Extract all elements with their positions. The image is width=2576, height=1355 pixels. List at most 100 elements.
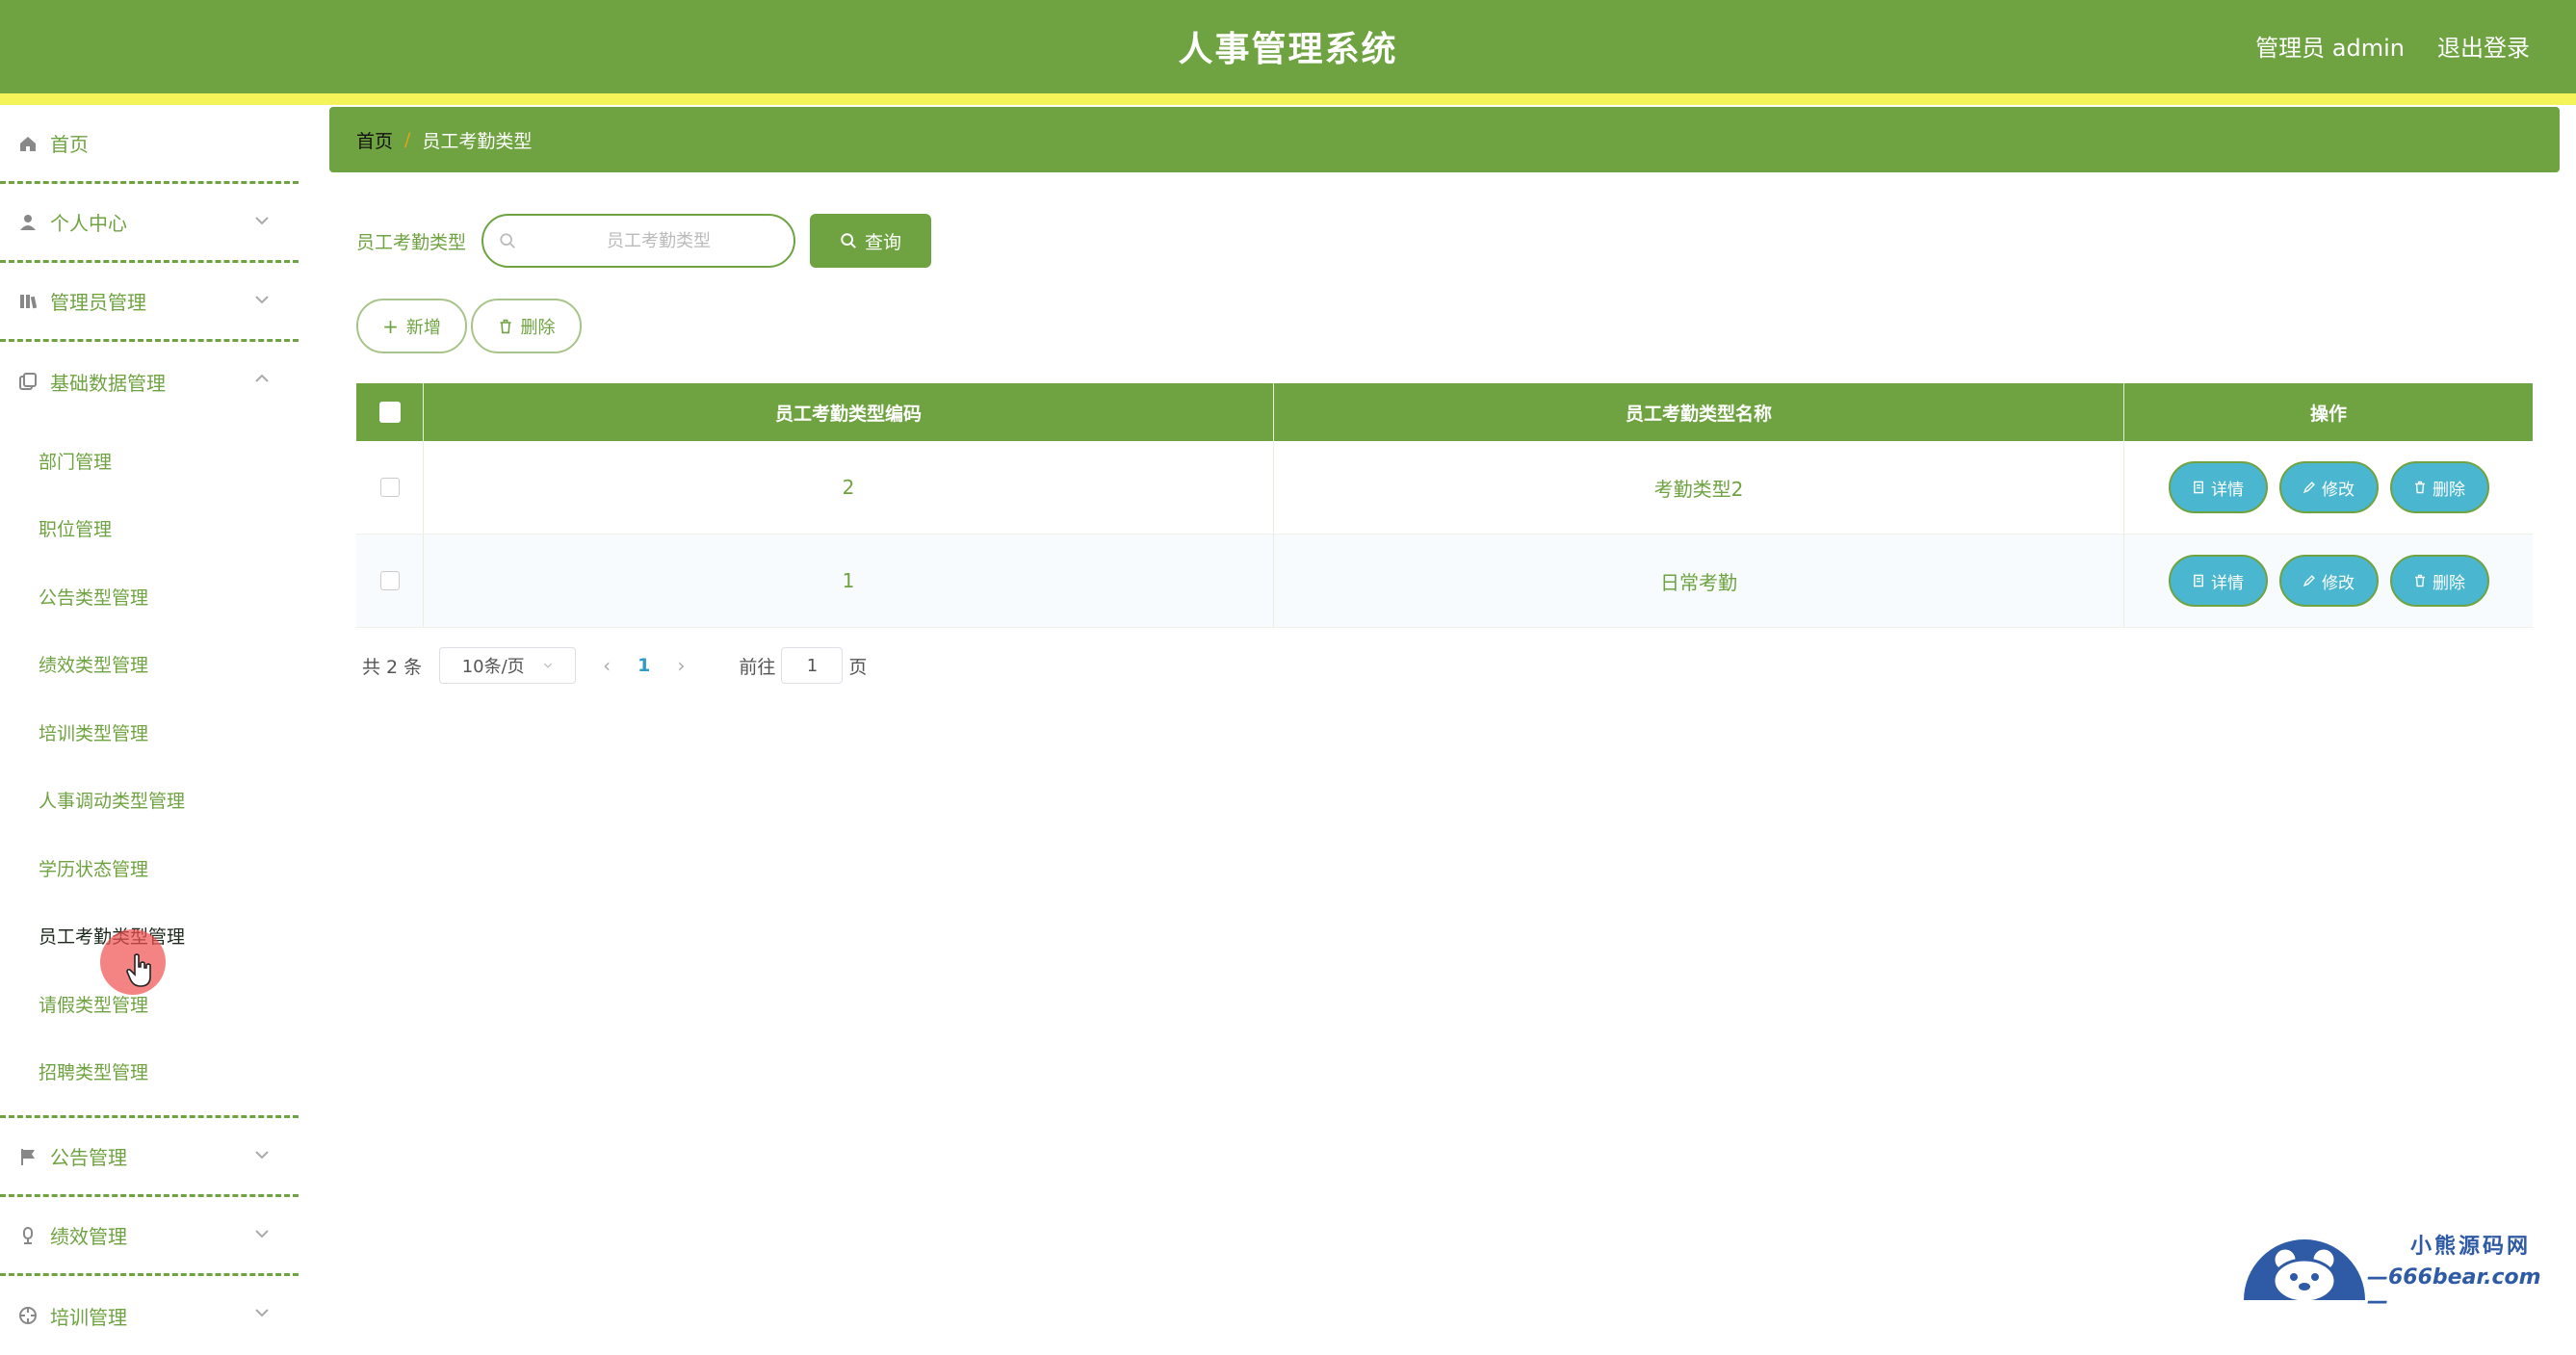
header-checkbox-cell bbox=[356, 383, 424, 441]
search-box bbox=[481, 214, 796, 268]
pencil-icon bbox=[2303, 575, 2315, 587]
target-icon bbox=[17, 1305, 39, 1326]
delete-button-label: 删除 bbox=[520, 317, 556, 338]
chevron-down-icon bbox=[255, 1151, 269, 1160]
flag-icon bbox=[17, 1146, 39, 1167]
delete-label: 删除 bbox=[2433, 573, 2465, 593]
sidebar-subitem-notice-type[interactable]: 公告类型管理 bbox=[0, 562, 299, 631]
breadcrumb-separator: / bbox=[404, 129, 411, 150]
query-button[interactable]: 查询 bbox=[810, 214, 932, 268]
data-table: 员工考勤类型编码 员工考勤类型名称 操作 2 考勤类型2 详情 修改 删除 1 … bbox=[356, 383, 2533, 628]
query-button-label: 查询 bbox=[865, 231, 902, 253]
search-label: 员工考勤类型 bbox=[356, 231, 467, 253]
logout-link[interactable]: 退出登录 bbox=[2437, 29, 2530, 63]
action-row: + 新增 删除 bbox=[356, 299, 582, 353]
breadcrumb-current: 员工考勤类型 bbox=[422, 130, 533, 152]
row-checkbox[interactable] bbox=[379, 478, 400, 497]
select-all-checkbox[interactable] bbox=[378, 402, 401, 423]
sidebar-item-base-data[interactable]: 基础数据管理 bbox=[0, 342, 299, 421]
sidebar-item-performance[interactable]: 绩效管理 bbox=[0, 1197, 299, 1276]
sidebar-subitem-education-status[interactable]: 学历状态管理 bbox=[0, 834, 299, 902]
current-user-label: 管理员 admin bbox=[2255, 35, 2405, 62]
row-checkbox-cell bbox=[356, 441, 424, 534]
edit-button[interactable]: 修改 bbox=[2278, 461, 2379, 513]
search-icon bbox=[500, 233, 515, 248]
page-size-select[interactable]: 10条/页 bbox=[439, 647, 577, 684]
watermark-url: —666bear.com— bbox=[2367, 1265, 2541, 1314]
sidebar-subitem-recruit-type[interactable]: 招聘类型管理 bbox=[0, 1038, 299, 1107]
prev-page-button[interactable]: ‹ bbox=[603, 654, 611, 677]
breadcrumb-home[interactable]: 首页 bbox=[356, 127, 393, 153]
table-row: 1 日常考勤 详情 修改 删除 bbox=[356, 534, 2533, 628]
copy-icon bbox=[17, 371, 39, 392]
home-icon bbox=[17, 133, 39, 154]
cell-operations: 详情 修改 删除 bbox=[2124, 534, 2533, 627]
sidebar-subitem-training-type[interactable]: 培训类型管理 bbox=[0, 698, 299, 767]
goto-page-input[interactable] bbox=[781, 647, 844, 684]
header-code: 员工考勤类型编码 bbox=[424, 383, 1274, 441]
goto-suffix: 页 bbox=[848, 656, 868, 678]
sidebar-subitem-transfer-type[interactable]: 人事调动类型管理 bbox=[0, 767, 299, 835]
trash-icon bbox=[499, 319, 511, 333]
header-operations: 操作 bbox=[2309, 403, 2347, 425]
base-data-submenu: 部门管理 职位管理 公告类型管理 绩效类型管理 培训类型管理 人事调动类型管理 … bbox=[0, 421, 299, 1118]
sidebar-subitem-position[interactable]: 职位管理 bbox=[0, 495, 299, 563]
sidebar-item-label: 个人中心 bbox=[50, 212, 127, 235]
page-size-value: 10条/页 bbox=[461, 657, 525, 677]
sidebar-subitem-department[interactable]: 部门管理 bbox=[0, 427, 299, 495]
header-name: 员工考勤类型名称 bbox=[1274, 383, 2124, 441]
table-row: 2 考勤类型2 详情 修改 删除 bbox=[356, 441, 2533, 534]
trash-icon bbox=[2415, 481, 2425, 494]
cell-name: 考勤类型2 bbox=[1274, 441, 2124, 534]
chevron-down-icon bbox=[255, 1230, 269, 1238]
detail-label: 详情 bbox=[2211, 480, 2244, 500]
bear-logo-icon bbox=[2244, 1239, 2365, 1300]
goto-page: 前往 页 bbox=[739, 647, 867, 684]
search-icon bbox=[841, 233, 856, 248]
admin-icon bbox=[17, 291, 39, 312]
row-checkbox[interactable] bbox=[379, 571, 400, 590]
sidebar-item-training[interactable]: 培训管理 bbox=[0, 1276, 299, 1355]
user-icon bbox=[17, 212, 39, 233]
sidebar-item-profile[interactable]: 个人中心 bbox=[0, 184, 299, 263]
add-button[interactable]: + 新增 bbox=[356, 299, 467, 353]
chevron-down-icon bbox=[255, 217, 269, 225]
top-header: 人事管理系统 管理员 admin 退出登录 bbox=[0, 0, 2576, 93]
edit-button[interactable]: 修改 bbox=[2278, 555, 2379, 607]
sidebar-item-label: 公告管理 bbox=[50, 1146, 127, 1169]
sidebar-item-label: 首页 bbox=[50, 133, 89, 156]
cell-operations: 详情 修改 删除 bbox=[2124, 441, 2533, 534]
row-checkbox-cell bbox=[356, 534, 424, 627]
chevron-down-icon bbox=[255, 296, 269, 304]
search-row: 员工考勤类型 查询 bbox=[356, 214, 932, 268]
sidebar-item-label: 管理员管理 bbox=[50, 291, 146, 314]
cell-code: 2 bbox=[424, 441, 1274, 534]
next-page-button[interactable]: › bbox=[677, 654, 685, 677]
sidebar-item-admin[interactable]: 管理员管理 bbox=[0, 263, 299, 342]
delete-label: 删除 bbox=[2433, 480, 2465, 500]
sidebar-item-notice[interactable]: 公告管理 bbox=[0, 1118, 299, 1197]
edit-label: 修改 bbox=[2322, 573, 2355, 593]
app-title: 人事管理系统 bbox=[1178, 30, 1398, 69]
row-delete-button[interactable]: 删除 bbox=[2389, 461, 2489, 513]
search-input[interactable] bbox=[533, 230, 785, 251]
trash-icon bbox=[2415, 574, 2425, 587]
breadcrumb: 首页 / 员工考勤类型 bbox=[329, 107, 2560, 172]
detail-button[interactable]: 详情 bbox=[2168, 461, 2268, 513]
total-count: 共 2 条 bbox=[362, 656, 423, 678]
delete-button[interactable]: 删除 bbox=[471, 299, 582, 353]
sidebar-item-label: 基础数据管理 bbox=[50, 371, 166, 395]
sidebar-item-home[interactable]: 首页 bbox=[0, 105, 299, 184]
microphone-icon bbox=[17, 1225, 39, 1246]
sidebar-subitem-performance-type[interactable]: 绩效类型管理 bbox=[0, 631, 299, 699]
detail-button[interactable]: 详情 bbox=[2168, 555, 2268, 607]
cell-name: 日常考勤 bbox=[1274, 534, 2124, 627]
row-delete-button[interactable]: 删除 bbox=[2389, 555, 2489, 607]
header-user-area: 管理员 admin 退出登录 bbox=[2255, 29, 2530, 63]
plus-icon: + bbox=[382, 314, 399, 338]
sidebar-item-label: 培训管理 bbox=[50, 1305, 127, 1329]
chevron-down-icon bbox=[543, 663, 552, 668]
page-number[interactable]: 1 bbox=[637, 655, 650, 676]
add-button-label: 新增 bbox=[405, 317, 441, 338]
watermark-title: 小熊源码网 bbox=[2410, 1235, 2532, 1259]
